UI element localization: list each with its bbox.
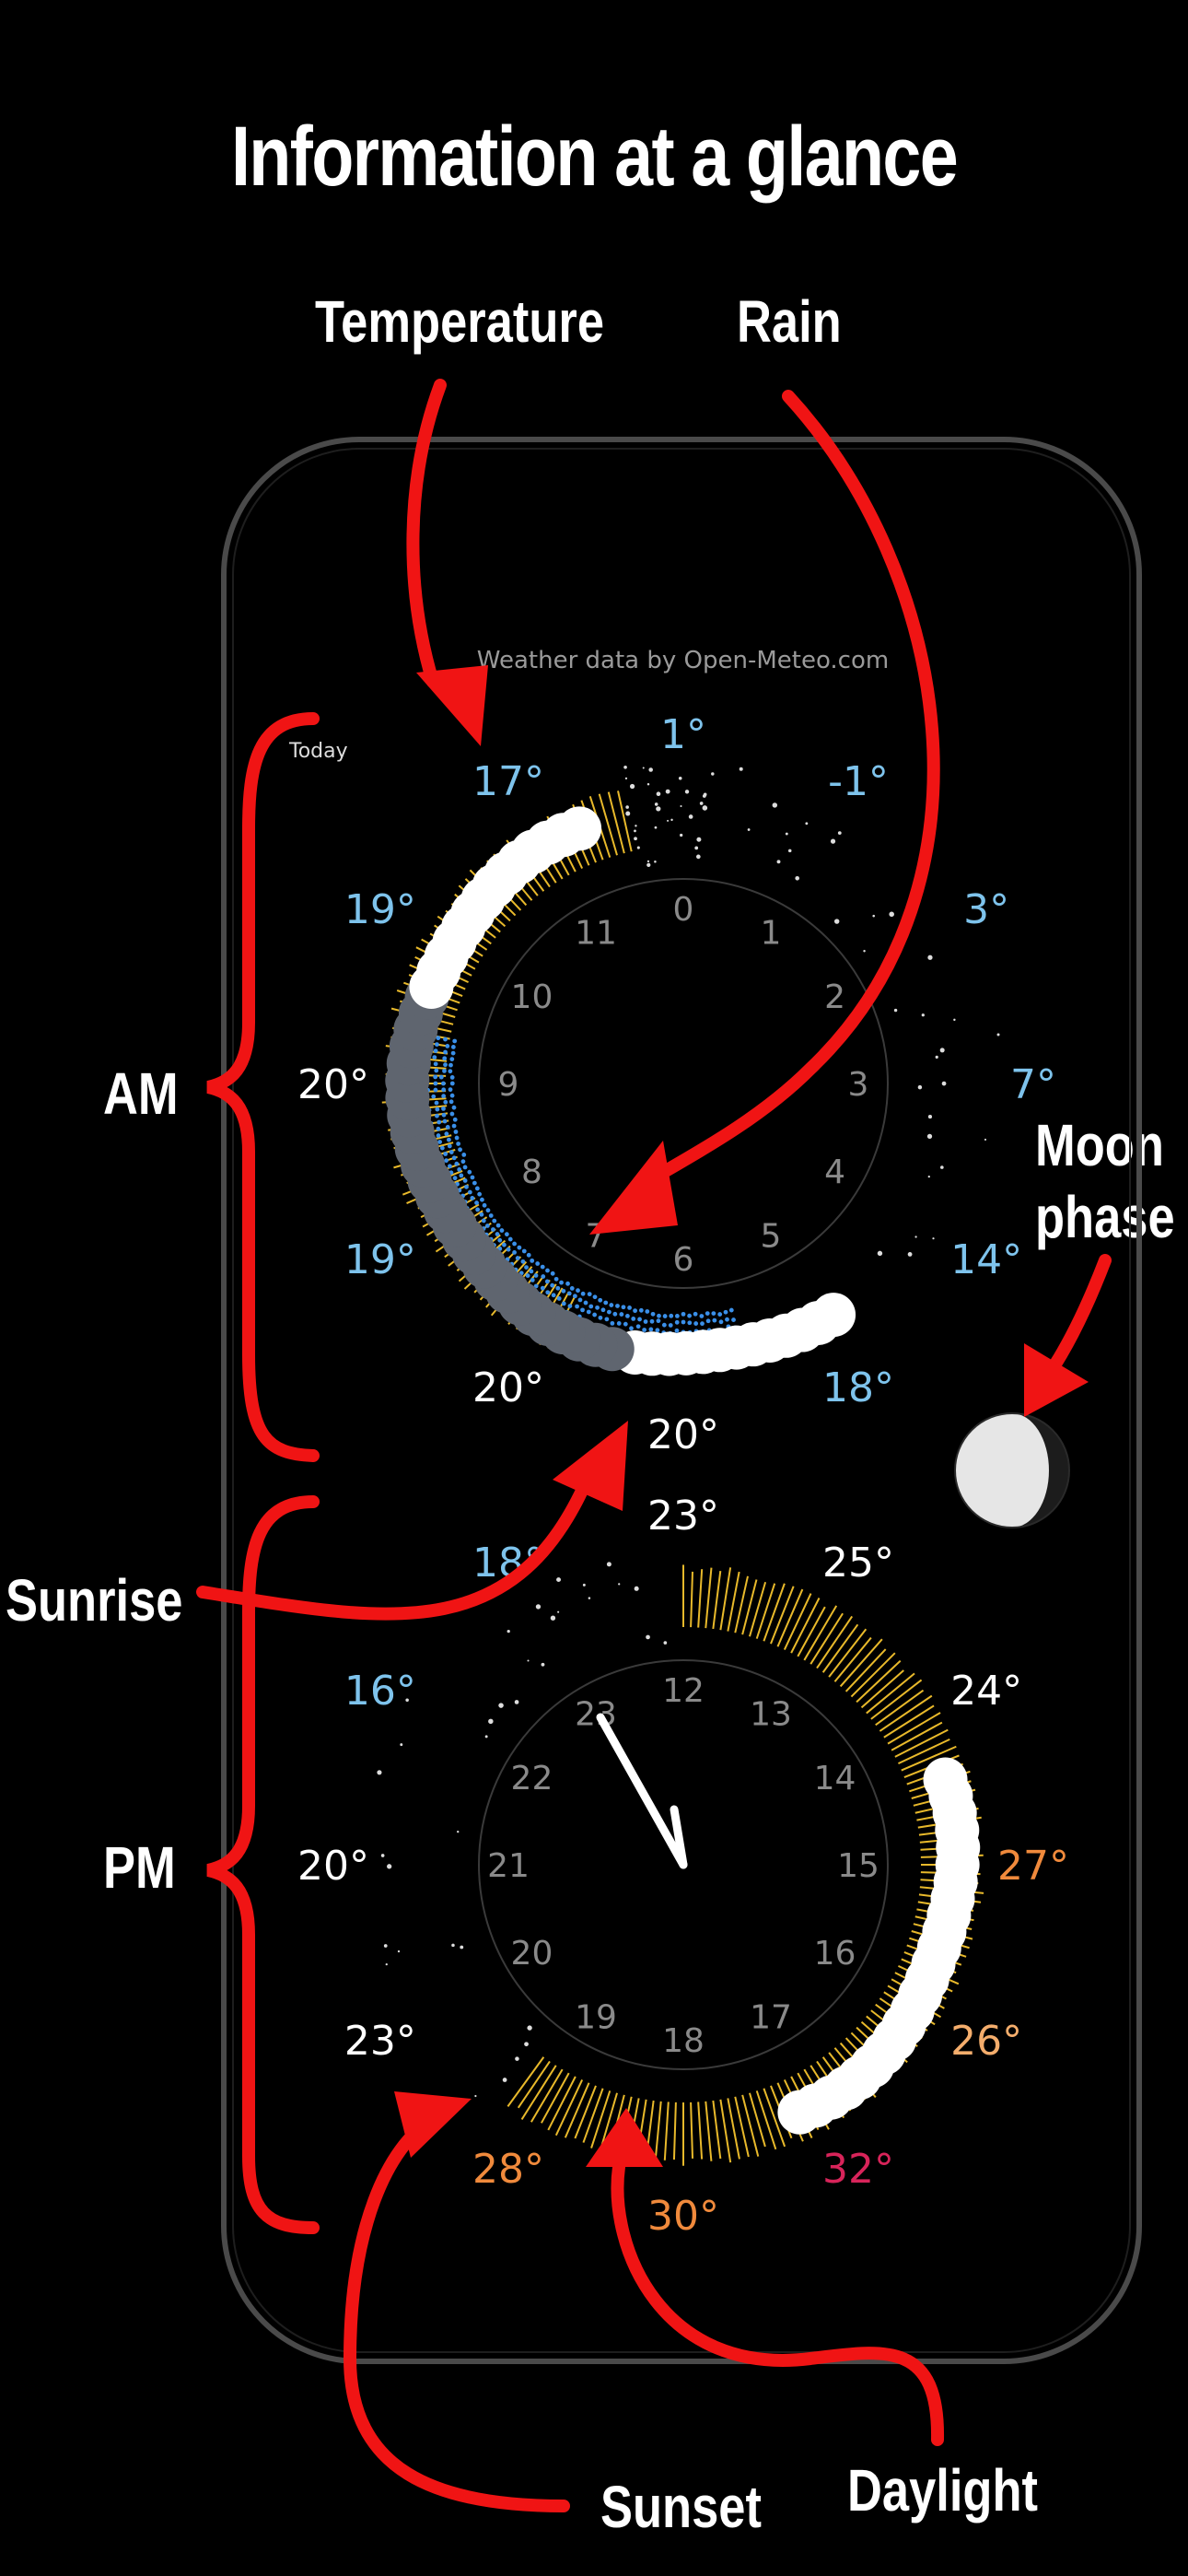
temperature-arrow: [406, 379, 447, 688]
daylight-arrowhead: [586, 2108, 663, 2167]
rain-arrowhead: [589, 1141, 678, 1235]
am-brace: [206, 712, 320, 1462]
sunrise-arrowhead: [553, 1421, 628, 1511]
daylight-arrow: [611, 2160, 945, 2446]
moon-arrow: [1043, 1254, 1112, 1379]
temperature-arrowhead: [416, 665, 488, 746]
rain-arrow: [629, 390, 940, 1195]
annotation-layer: [196, 379, 1112, 2512]
sunset-arrow: [343, 2113, 570, 2512]
